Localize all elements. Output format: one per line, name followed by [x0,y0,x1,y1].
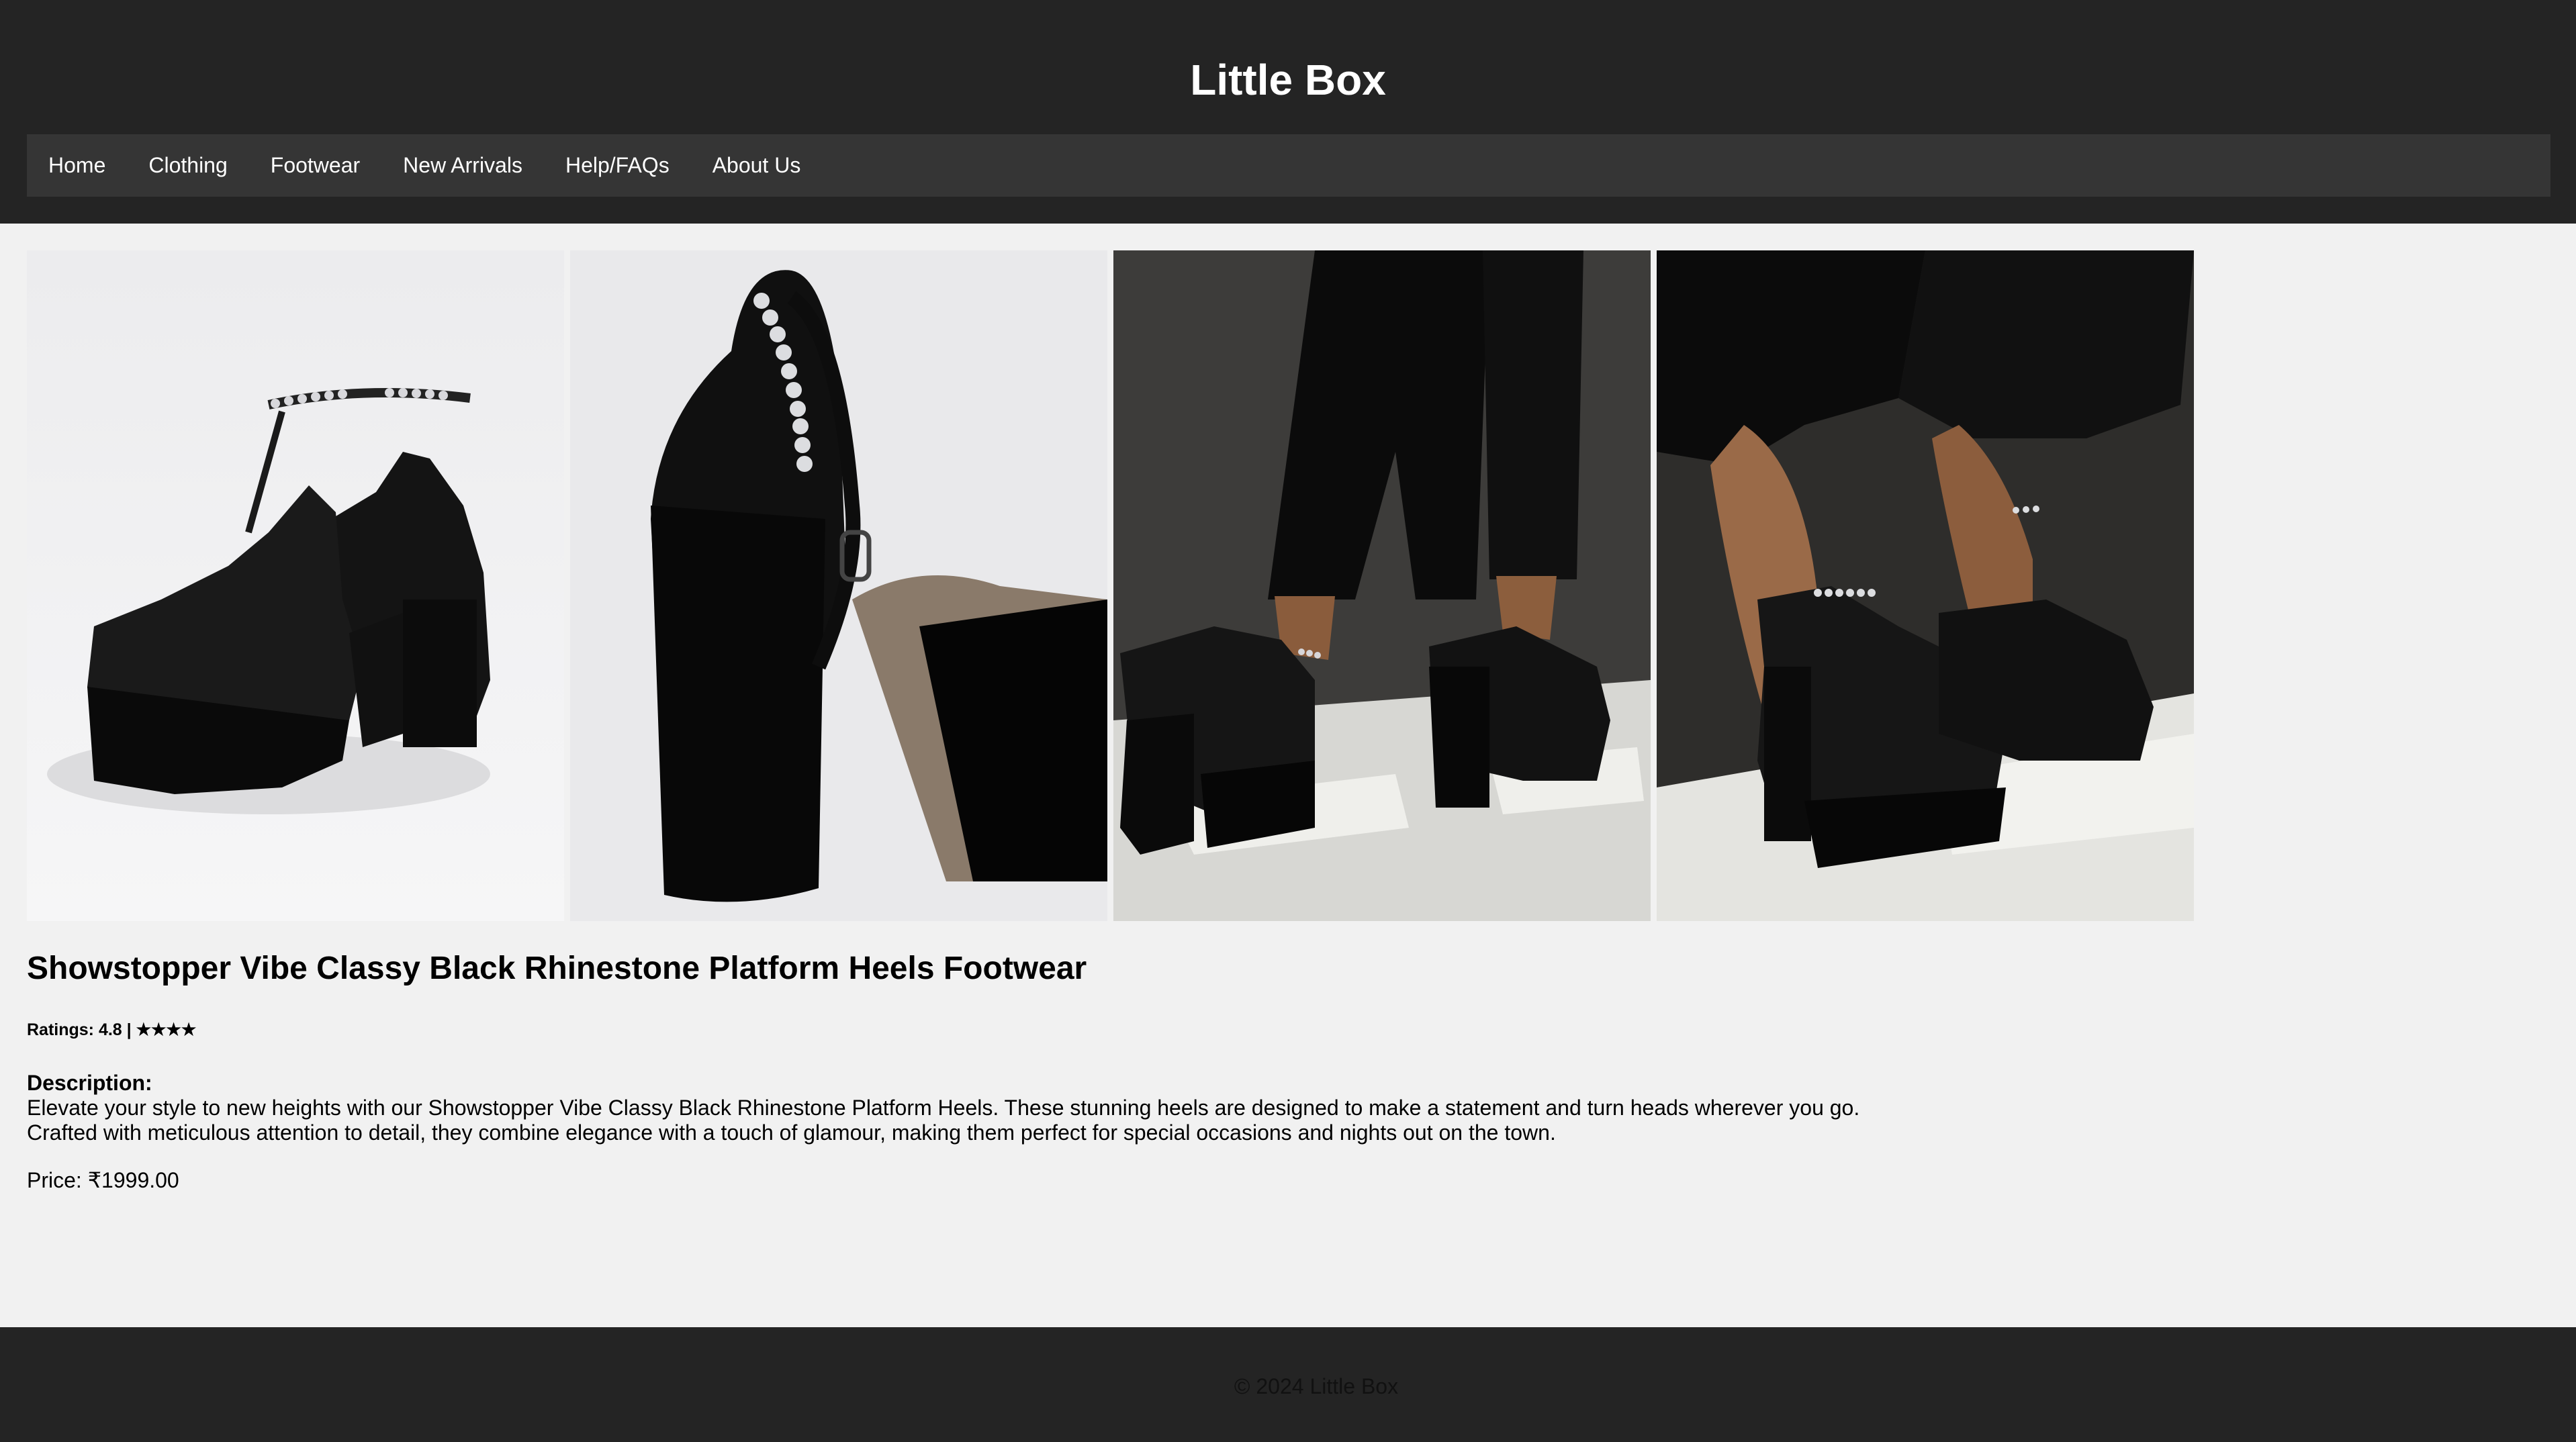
main-nav: Home Clothing Footwear New Arrivals Help… [27,134,2550,197]
product-title: Showstopper Vibe Classy Black Rhinestone… [27,951,1087,986]
model-walking-image [1113,250,1651,921]
heel-closeup-image [570,250,1107,921]
footer-copyright: © 2024 Little Box [1234,1374,1399,1398]
heels-pair-image [27,250,564,921]
nav-help-faqs[interactable]: Help/FAQs [565,153,670,178]
nav-new-arrivals[interactable]: New Arrivals [403,153,522,178]
nav-footwear[interactable]: Footwear [271,153,360,178]
nav-home[interactable]: Home [48,153,105,178]
description-label: Description: [27,1071,152,1095]
product-photo-2[interactable] [570,250,1107,921]
site-title: Little Box [1190,56,1386,104]
nav-about-us[interactable]: About Us [712,153,801,178]
product-photo-4[interactable] [1657,250,2194,921]
model-closeup-image [1657,250,2194,921]
product-photo-1[interactable] [27,250,564,921]
product-price: Price: ₹1999.00 [27,1168,179,1192]
site-header: Little Box Home Clothing Footwear New Ar… [0,0,2576,224]
product-photo-3[interactable] [1113,250,1651,921]
product-description: Description: Elevate your style to new h… [27,1071,1859,1145]
description-line-2: Crafted with meticulous attention to det… [27,1120,1556,1145]
product-gallery [27,250,2200,921]
product-ratings: Ratings: 4.8 | ★★★★ [27,1020,197,1039]
nav-clothing[interactable]: Clothing [148,153,227,178]
description-line-1: Elevate your style to new heights with o… [27,1096,1860,1120]
